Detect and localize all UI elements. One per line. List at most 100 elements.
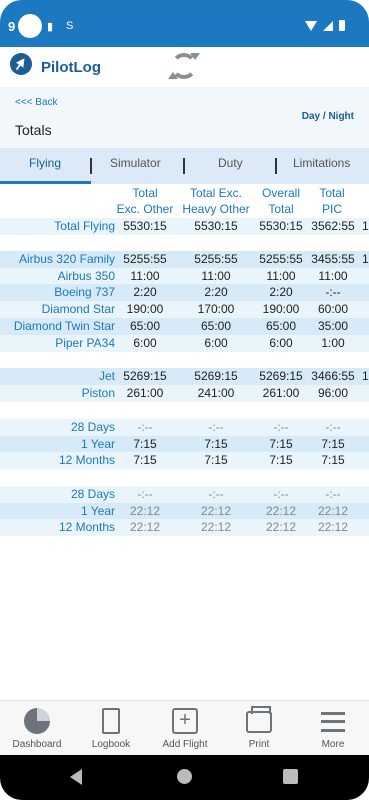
system-back-icon[interactable] <box>70 769 82 785</box>
table-cell: 7:15 <box>321 436 345 451</box>
table-cell: -:-- <box>208 420 224 434</box>
app-header: PilotLog <box>0 47 369 87</box>
nav-add-flight[interactable]: + Add Flight <box>148 701 222 756</box>
menu-icon <box>321 712 345 732</box>
nav-dashboard[interactable]: Dashboard <box>0 701 74 756</box>
table-cell: 7:15 <box>133 436 157 451</box>
nav-label: Dashboard <box>12 739 62 750</box>
table-row: 1 Year 22:12 22:12 22:12 22:12 <box>0 502 369 520</box>
column-header-line2: Total <box>268 202 294 216</box>
table-cell: 1:00 <box>321 335 345 350</box>
table-cell: 190:00 <box>126 302 164 317</box>
tab-separator <box>90 158 92 174</box>
table-row: Diamond Twin Star 65:00 65:00 65:00 35:00 <box>0 317 369 335</box>
app-title: PilotLog <box>41 59 101 76</box>
table-cell: 5269:15 <box>123 369 167 383</box>
system-home-icon[interactable] <box>177 769 192 784</box>
table-row: 12 Months 22:12 22:12 22:12 22:12 <box>0 519 369 537</box>
nav-label: Logbook <box>91 739 131 750</box>
tab-separator <box>183 158 185 174</box>
system-recents-icon[interactable] <box>283 769 298 784</box>
table-cell: 3562:55 <box>311 219 355 233</box>
table-row: Airbus 320 Family 5255:55 5255:55 5255:55 34… <box>0 251 369 268</box>
row-label: Piston <box>81 385 115 400</box>
table-cell: 65:00 <box>200 318 232 333</box>
table-cell: 5530:15 <box>123 219 167 233</box>
row-label: Total Flying <box>54 219 115 233</box>
table-row: 1 Year 7:15 7:15 7:15 7:15 <box>0 435 369 453</box>
row-label: 12 Months <box>58 453 115 468</box>
tab-duty[interactable]: Duty <box>218 148 243 184</box>
table-cell: -:-- <box>325 487 341 501</box>
table-row: Jet 5269:15 5269:15 5269:15 3466:55 1 <box>0 368 369 385</box>
table-cell: -:-- <box>325 420 341 434</box>
table-row: Total Flying 5530:15 5530:15 5530:15 3562:55… <box>0 218 369 235</box>
nav-label: Add Flight <box>162 739 208 750</box>
column-header-line1: Overall <box>261 186 300 200</box>
table-cell: 5255:55 <box>194 252 238 266</box>
book-icon <box>102 708 120 734</box>
column-header-line1: Total Exc. <box>189 186 243 200</box>
table-row: Piston 261:00 241:00 261:00 96:00 <box>0 384 369 402</box>
table-row: Diamond Star 190:00 170:00 190:00 60:00 <box>0 301 369 319</box>
row-label: 12 Months <box>58 520 115 535</box>
row-label: Diamond Star <box>41 302 115 317</box>
bottom-nav: Dashboard Logbook + Add Flight Print Mor… <box>0 700 369 755</box>
table-cell: 2:20 <box>204 285 228 300</box>
table-cell: -:-- <box>137 420 153 434</box>
table-cell: 3466:55 <box>311 369 355 383</box>
s-notification-icon: S <box>66 20 74 32</box>
table-cell: 261:00 <box>126 385 164 400</box>
table-cell: 5269:15 <box>194 369 238 383</box>
table-cell: 35:00 <box>317 318 349 333</box>
row-label: 1 Year <box>80 436 115 451</box>
table-row: Piper PA34 6:00 6:00 6:00 1:00 <box>0 334 369 352</box>
nav-print[interactable]: Print <box>222 701 296 756</box>
row-label: Airbus 350 <box>57 268 115 283</box>
table-cell: 1 <box>362 369 369 383</box>
table-cell: 22:12 <box>129 503 161 518</box>
sub-header: <<< Back Totals Day / Night <box>0 87 369 148</box>
table-cell: 22:12 <box>317 503 349 518</box>
column-header-line2: Exc. Other <box>116 202 174 216</box>
nav-label: Print <box>248 739 270 750</box>
add-icon: + <box>172 708 198 734</box>
day-night-toggle[interactable]: Day / Night <box>302 111 354 122</box>
table-cell: 11:00 <box>201 268 231 283</box>
tab-flying[interactable]: Flying <box>29 148 61 184</box>
status-bar: 9 ▮ S <box>0 0 369 47</box>
signal-icon <box>323 20 333 31</box>
table-cell: -:-- <box>325 285 341 300</box>
active-tab-indicator <box>0 181 91 184</box>
table-cell: 96:00 <box>317 385 349 400</box>
table-cell: 1 <box>362 252 369 266</box>
table-cell: 7:15 <box>204 453 228 468</box>
pilotlog-logo-icon <box>10 53 32 75</box>
table-cell: 60:00 <box>317 302 349 317</box>
table-cell: 1 <box>362 219 369 233</box>
table-cell: 11:00 <box>130 268 160 283</box>
nav-more[interactable]: More <box>296 701 369 756</box>
column-header: Total PIC <box>309 185 355 217</box>
table-cell: 22:12 <box>317 520 349 535</box>
table-cell: 6:00 <box>133 335 157 350</box>
table-cell: -:-- <box>137 487 153 501</box>
table-cell: 22:12 <box>200 503 232 518</box>
battery-icon <box>339 20 345 31</box>
table-cell: 22:12 <box>200 520 232 535</box>
row-label: Diamond Twin Star <box>13 318 115 333</box>
table-cell: 7:15 <box>204 436 228 451</box>
back-link[interactable]: <<< Back <box>15 97 58 108</box>
tab-limitations[interactable]: Limitations <box>293 148 350 184</box>
system-nav-bar <box>0 755 369 800</box>
nav-logbook[interactable]: Logbook <box>74 701 148 756</box>
column-header: Total Exc. Heavy Other <box>180 185 252 217</box>
column-header-line1: Total <box>319 186 345 200</box>
table-cell: -:-- <box>208 487 224 501</box>
sync-icon[interactable] <box>168 53 200 79</box>
table-cell: 11:00 <box>318 268 348 283</box>
table-cell: 65:00 <box>129 318 161 333</box>
column-header: Total Exc. Other <box>114 185 176 217</box>
tab-simulator[interactable]: Simulator <box>110 148 161 184</box>
table-row: 28 Days -:-- -:-- -:-- -:-- <box>0 486 369 503</box>
